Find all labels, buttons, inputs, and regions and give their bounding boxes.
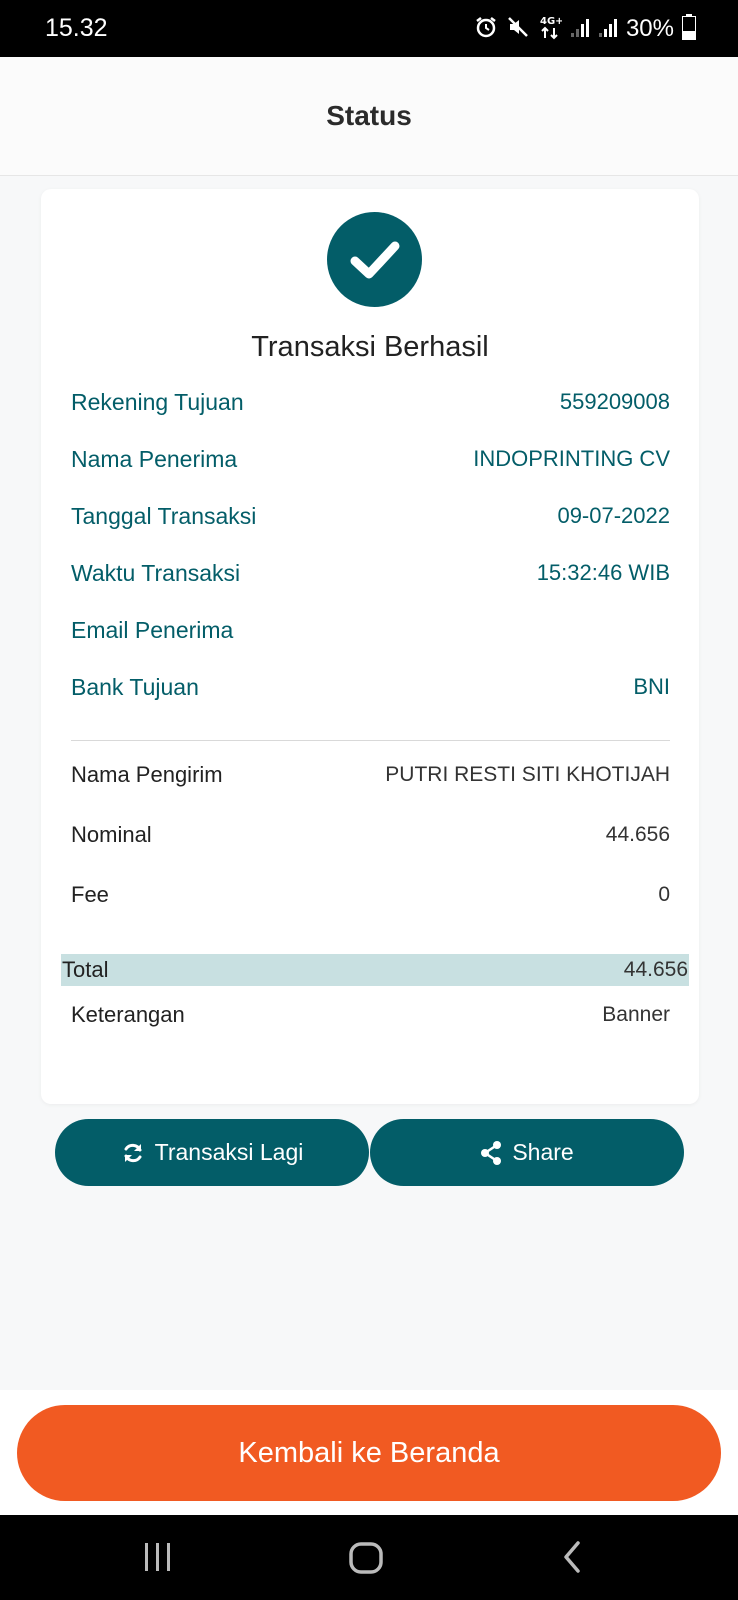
svg-text:4G+: 4G+ [540, 16, 562, 27]
detail-value: 559209008 [559, 389, 670, 414]
battery-icon [682, 13, 696, 45]
note-value: Banner [602, 1003, 670, 1026]
battery-percent: 30% [625, 15, 674, 42]
bottom-panel: Kembali ke Beranda [0, 1390, 738, 1515]
status-icons: 4G+ 30% [474, 12, 696, 46]
divider [71, 740, 670, 741]
success-title: Transaksi Berhasil [251, 331, 489, 363]
detail-row-email-penerima: Email Penerima [71, 610, 670, 650]
note-label: Keterangan [71, 1002, 185, 1027]
summary-row-nominal: Nominal 44.656 [71, 815, 670, 855]
share-icon [481, 1140, 502, 1165]
detail-label: Tanggal Transaksi [71, 502, 257, 529]
summary-value: 44.656 [605, 823, 670, 846]
check-icon [350, 241, 400, 279]
detail-value: 09-07-2022 [557, 503, 670, 528]
detail-row-nama-penerima: Nama Penerima INDOPRINTING CV [71, 439, 670, 479]
detail-label: Rekening Tujuan [71, 388, 244, 415]
share-button[interactable]: Share [370, 1119, 684, 1186]
summary-label: Nama Pengirim [71, 762, 223, 787]
refresh-icon [124, 1143, 142, 1162]
note-row: Keterangan Banner [71, 995, 670, 1035]
signal-icon [598, 15, 618, 44]
kembali-ke-beranda-button[interactable]: Kembali ke Beranda [17, 1405, 721, 1501]
detail-row-bank-tujuan: Bank Tujuan BNI [71, 667, 670, 707]
detail-value: INDOPRINTING CV [473, 446, 670, 471]
total-row: Total 44.656 [61, 954, 689, 986]
mute-icon [506, 15, 530, 44]
summary-label: Fee [71, 882, 109, 907]
detail-value: 15:32:46 WIB [536, 560, 670, 585]
home-icon[interactable] [348, 1539, 384, 1580]
share-label: Share [512, 1139, 574, 1165]
transaksi-lagi-button[interactable]: Transaksi Lagi [55, 1119, 369, 1186]
detail-row-rekening-tujuan: Rekening Tujuan 559209008 [71, 382, 670, 422]
detail-value: BNI [633, 674, 670, 699]
detail-label: Nama Penerima [71, 445, 238, 472]
detail-row-tanggal-transaksi: Tanggal Transaksi 09-07-2022 [71, 496, 670, 536]
summary-label: Nominal [71, 822, 152, 847]
alarm-icon [474, 15, 498, 44]
system-nav-bar [0, 1515, 738, 1600]
total-label: Total [62, 957, 109, 982]
total-value: 44.656 [623, 958, 688, 981]
page-header: Status [0, 57, 738, 176]
status-time: 15.32 [45, 14, 108, 42]
detail-label: Email Penerima [71, 616, 234, 643]
transaksi-lagi-label: Transaksi Lagi [154, 1139, 304, 1165]
recent-apps-icon[interactable] [143, 1539, 173, 1580]
detail-label: Waktu Transaksi [71, 559, 241, 586]
summary-row-nama-pengirim: Nama Pengirim PUTRI RESTI SITI KHOTIJAH [71, 755, 670, 795]
page-title: Status [326, 100, 412, 131]
signal-icon [570, 15, 590, 44]
summary-value: 0 [658, 883, 670, 906]
kembali-ke-beranda-label: Kembali ke Beranda [238, 1436, 500, 1469]
network-4g-icon: 4G+ [538, 13, 564, 46]
detail-row-waktu-transaksi: Waktu Transaksi 15:32:46 WIB [71, 553, 670, 593]
summary-value: PUTRI RESTI SITI KHOTIJAH [385, 763, 670, 786]
status-bar: 15.32 4G+ 30% [0, 0, 738, 57]
receipt-card: Transaksi Berhasil Rekening Tujuan 55920… [41, 189, 699, 1104]
detail-label: Bank Tujuan [71, 673, 199, 700]
back-icon[interactable] [560, 1539, 584, 1580]
success-badge [327, 212, 422, 307]
summary-row-fee: Fee 0 [71, 875, 670, 915]
